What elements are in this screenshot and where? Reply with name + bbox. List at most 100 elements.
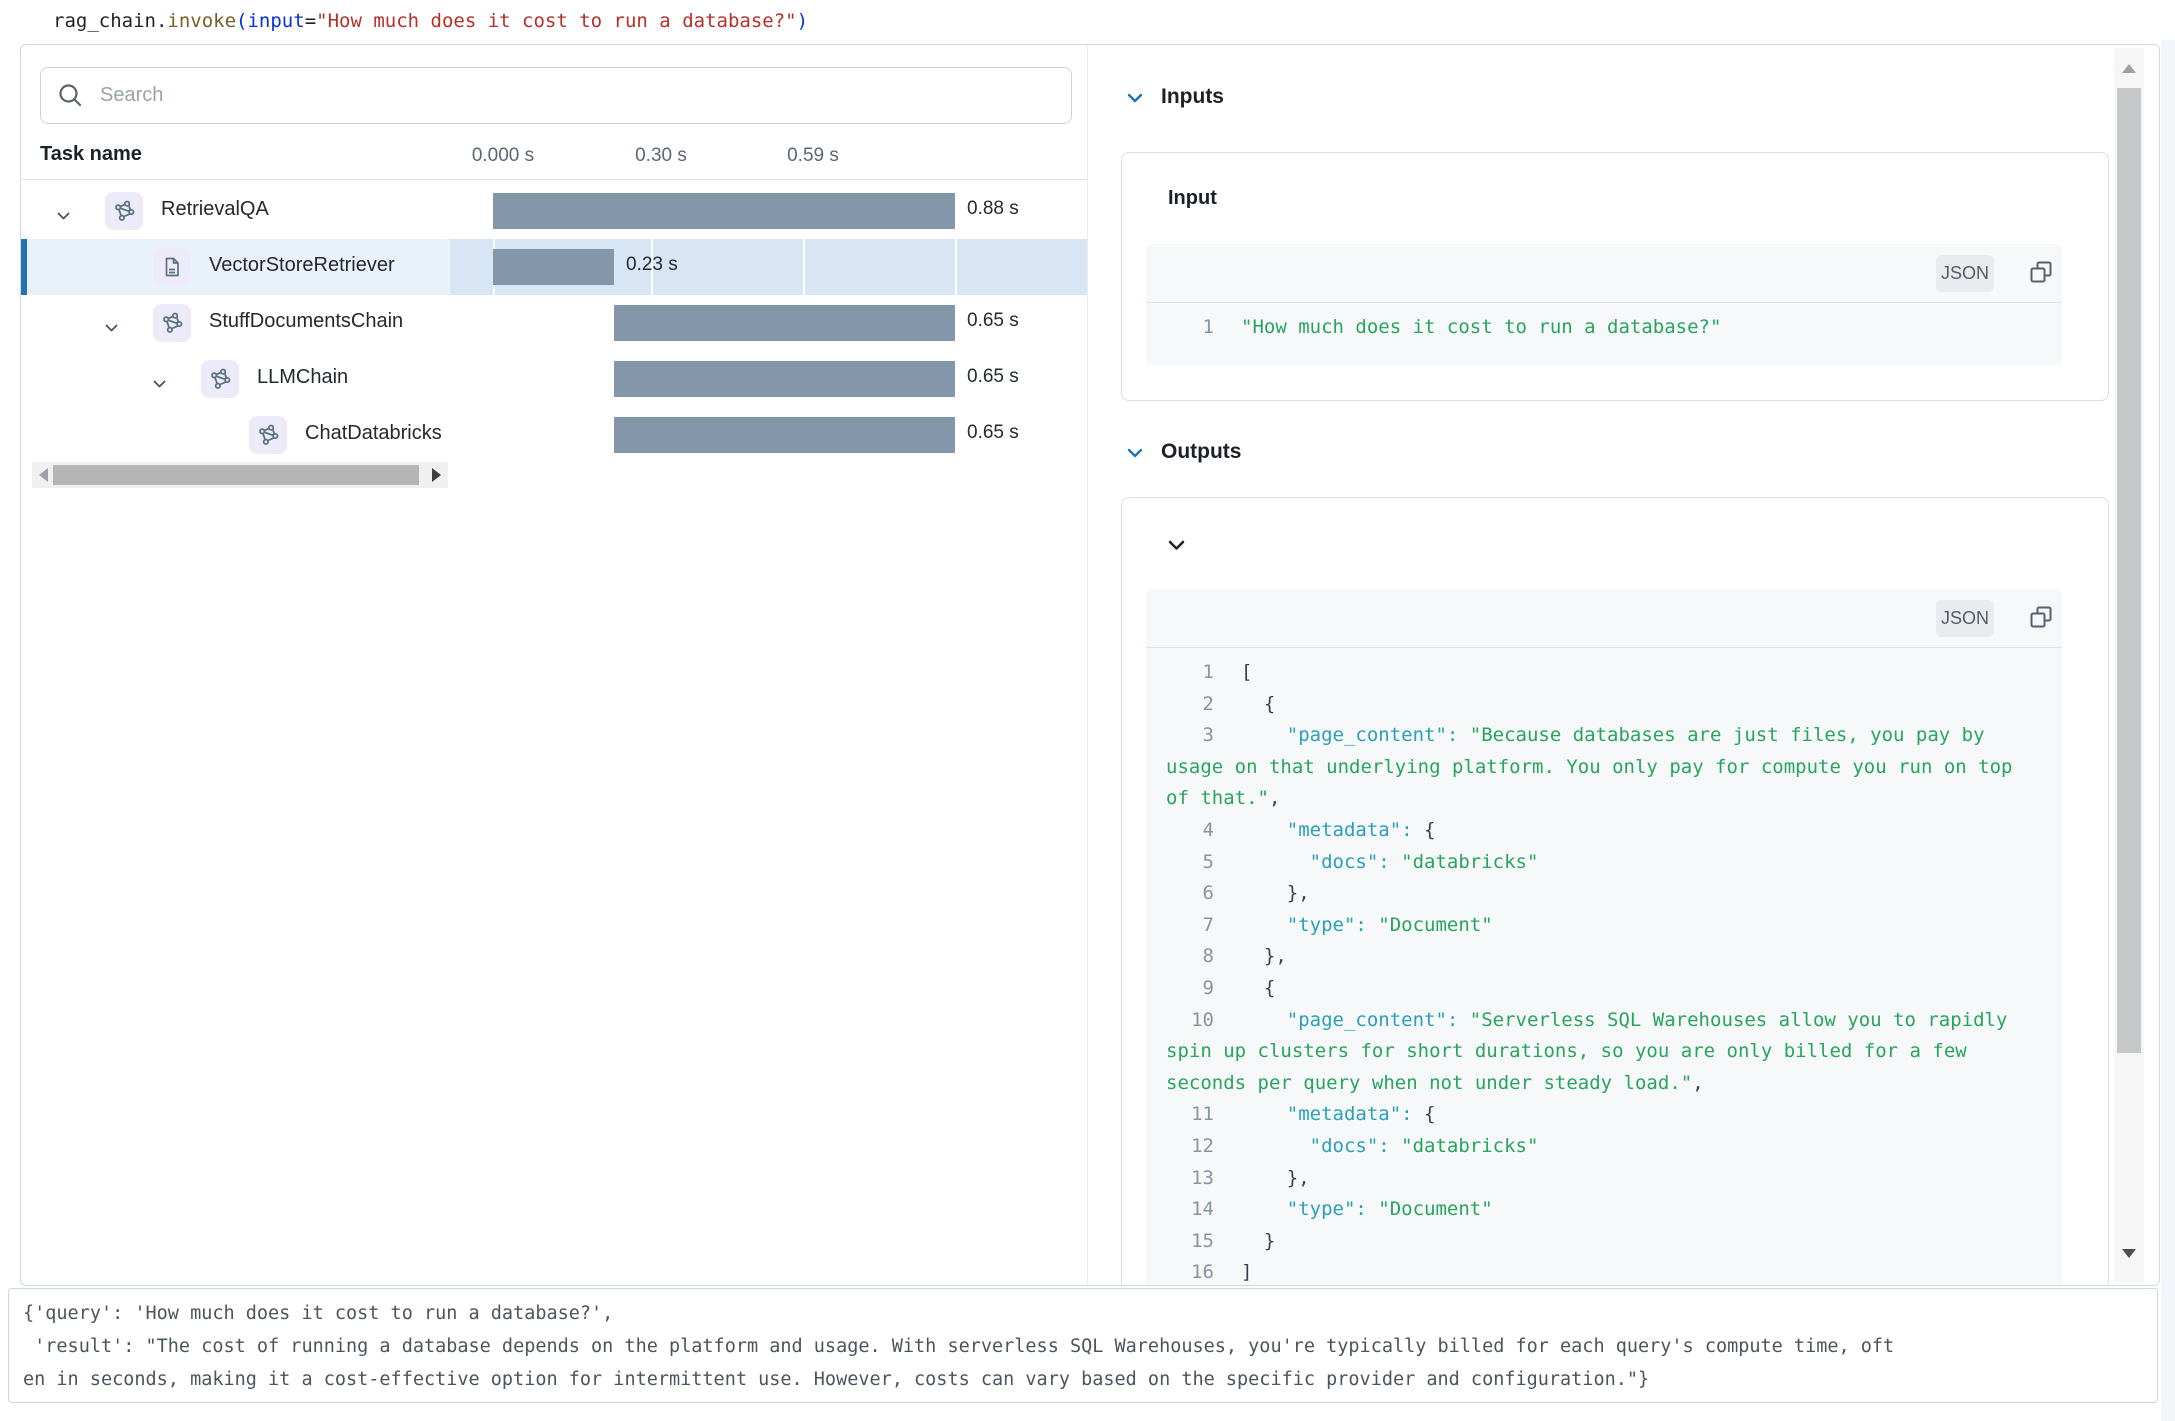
copy-icon[interactable] bbox=[2028, 259, 2054, 285]
search-icon bbox=[57, 82, 84, 109]
task-name-label: VectorStoreRetriever bbox=[209, 254, 395, 277]
gantt-bar[interactable] bbox=[614, 305, 955, 341]
duration-label: 0.65 s bbox=[967, 366, 1019, 388]
code-line: 5 "docs": "databricks" bbox=[1166, 847, 2042, 879]
task-row[interactable]: ChatDatabricks 0.65 s bbox=[21, 407, 1087, 463]
code-token: invoke bbox=[167, 10, 236, 32]
vertical-scrollbar[interactable] bbox=[2114, 48, 2144, 1282]
line-number: 2 bbox=[1166, 689, 1214, 721]
code-line: 6 }, bbox=[1166, 878, 2042, 910]
line-number: 10 bbox=[1166, 1005, 1214, 1037]
task-table-header: Task name 0.000 s 0.30 s 0.59 s bbox=[21, 137, 1087, 180]
line-number: 9 bbox=[1166, 973, 1214, 1005]
time-tick-label: 0.59 s bbox=[753, 145, 873, 167]
scroll-up-arrow-icon[interactable] bbox=[2122, 64, 2136, 73]
task-row[interactable]: RetrievalQA 0.88 s bbox=[21, 183, 1087, 239]
task-name-column-header: Task name bbox=[40, 143, 142, 166]
line-number: 5 bbox=[1166, 847, 1214, 879]
line-number: 1 bbox=[1166, 312, 1214, 344]
gantt-bar[interactable] bbox=[493, 193, 955, 229]
result-text-line: {'query': 'How much does it cost to run … bbox=[23, 1297, 2157, 1330]
code-line: 1"How much does it cost to run a databas… bbox=[1166, 312, 2042, 344]
search-input[interactable] bbox=[98, 83, 1071, 108]
horizontal-scrollbar[interactable] bbox=[32, 462, 448, 488]
input-card: Input JSON 1"How much does it cost to ru… bbox=[1121, 152, 2109, 401]
trace-tree-pane: Task name 0.000 s 0.30 s 0.59 s RetrievalQ… bbox=[21, 45, 1088, 1285]
input-code-toolbar: JSON bbox=[1146, 244, 2062, 303]
duration-label: 0.88 s bbox=[967, 198, 1019, 220]
chain-icon bbox=[113, 200, 136, 223]
code-line: 2 { bbox=[1166, 689, 2042, 721]
notebook-code-line: rag_chain.invoke(input="How much does it… bbox=[53, 8, 808, 34]
line-number: 13 bbox=[1166, 1163, 1214, 1195]
code-token: rag_chain. bbox=[53, 10, 167, 32]
result-text-line: en in seconds, making it a cost-effectiv… bbox=[23, 1363, 2157, 1396]
task-icon-box bbox=[153, 304, 191, 342]
page-right-gutter bbox=[2161, 40, 2175, 1421]
duration-label: 0.65 s bbox=[967, 422, 1019, 444]
task-name-cell: VectorStoreRetriever bbox=[21, 239, 450, 295]
task-icon-box bbox=[105, 192, 143, 230]
copy-icon[interactable] bbox=[2028, 604, 2054, 630]
line-number: 7 bbox=[1166, 910, 1214, 942]
result-output-box: {'query': 'How much does it cost to run … bbox=[8, 1288, 2158, 1403]
line-number: 6 bbox=[1166, 878, 1214, 910]
code-line: 11 "metadata": { bbox=[1166, 1099, 2042, 1131]
code-line: 12 "docs": "databricks" bbox=[1166, 1131, 2042, 1163]
task-name-cell: RetrievalQA bbox=[21, 183, 450, 239]
task-row[interactable]: VectorStoreRetriever0.23 s bbox=[21, 239, 1087, 295]
outputs-section-title: Outputs bbox=[1161, 440, 1241, 464]
code-line: 15 } bbox=[1166, 1226, 2042, 1258]
result-text-line: 'result': "The cost of running a databas… bbox=[23, 1330, 2157, 1363]
scroll-left-arrow-icon[interactable] bbox=[39, 468, 48, 482]
json-format-button[interactable]: JSON bbox=[1936, 255, 1994, 292]
line-number: 1 bbox=[1166, 657, 1214, 689]
code-line: 10 "page_content": "Serverless SQL Wareh… bbox=[1166, 1005, 2042, 1100]
input-code-block: JSON 1"How much does it cost to run a da… bbox=[1146, 244, 2062, 366]
duration-label: 0.65 s bbox=[967, 310, 1019, 332]
time-tick-label: 0.30 s bbox=[601, 145, 721, 167]
gantt-bar[interactable] bbox=[493, 249, 614, 285]
outputs-collapse-icon[interactable] bbox=[1127, 448, 1143, 458]
task-name-cell: ChatDatabricks bbox=[21, 407, 450, 463]
code-line: 16] bbox=[1166, 1257, 2042, 1286]
output-json-content: 1[2 {3 "page_content": "Because database… bbox=[1146, 647, 2062, 1286]
inputs-section-title: Inputs bbox=[1161, 85, 1224, 109]
code-line: 3 "page_content": "Because databases are… bbox=[1166, 720, 2042, 815]
line-number: 8 bbox=[1166, 941, 1214, 973]
task-icon-box bbox=[201, 360, 239, 398]
json-format-button[interactable]: JSON bbox=[1936, 600, 1994, 637]
task-row[interactable]: LLMChain 0.65 s bbox=[21, 351, 1087, 407]
search-box[interactable] bbox=[40, 67, 1072, 124]
expand-chevron-icon[interactable] bbox=[105, 319, 118, 337]
code-token: input bbox=[247, 10, 304, 32]
code-token: ( bbox=[236, 10, 247, 32]
input-json-content: 1"How much does it cost to run a databas… bbox=[1146, 302, 2062, 360]
output-code-block: JSON 1[2 {3 "page_content": "Because dat… bbox=[1146, 589, 2062, 1286]
input-field-label: Input bbox=[1168, 187, 1217, 210]
chain-icon bbox=[161, 312, 184, 335]
gantt-bar[interactable] bbox=[614, 417, 955, 453]
vertical-scrollbar-thumb[interactable] bbox=[2117, 88, 2141, 1053]
line-number: 3 bbox=[1166, 720, 1214, 752]
code-line: 13 }, bbox=[1166, 1163, 2042, 1195]
scroll-right-arrow-icon[interactable] bbox=[432, 468, 441, 482]
task-name-label: RetrievalQA bbox=[161, 198, 269, 221]
code-line: 7 "type": "Document" bbox=[1166, 910, 2042, 942]
horizontal-scrollbar-thumb[interactable] bbox=[53, 465, 419, 485]
time-tick-label: 0.000 s bbox=[443, 145, 563, 167]
expand-chevron-icon[interactable] bbox=[153, 375, 166, 393]
document-icon bbox=[160, 255, 184, 279]
expand-chevron-icon[interactable] bbox=[57, 207, 70, 225]
gantt-bar[interactable] bbox=[614, 361, 955, 397]
task-row[interactable]: StuffDocumentsChain 0.65 s bbox=[21, 295, 1087, 351]
output-item-collapse-icon[interactable] bbox=[1168, 540, 1185, 551]
output-card: JSON 1[2 {3 "page_content": "Because dat… bbox=[1121, 497, 2109, 1286]
scroll-down-arrow-icon[interactable] bbox=[2122, 1249, 2136, 1258]
chain-icon bbox=[209, 368, 232, 391]
task-name-label: StuffDocumentsChain bbox=[209, 310, 403, 333]
line-number: 12 bbox=[1166, 1131, 1214, 1163]
code-line: 4 "metadata": { bbox=[1166, 815, 2042, 847]
inputs-collapse-icon[interactable] bbox=[1127, 93, 1143, 103]
task-name-label: LLMChain bbox=[257, 366, 348, 389]
